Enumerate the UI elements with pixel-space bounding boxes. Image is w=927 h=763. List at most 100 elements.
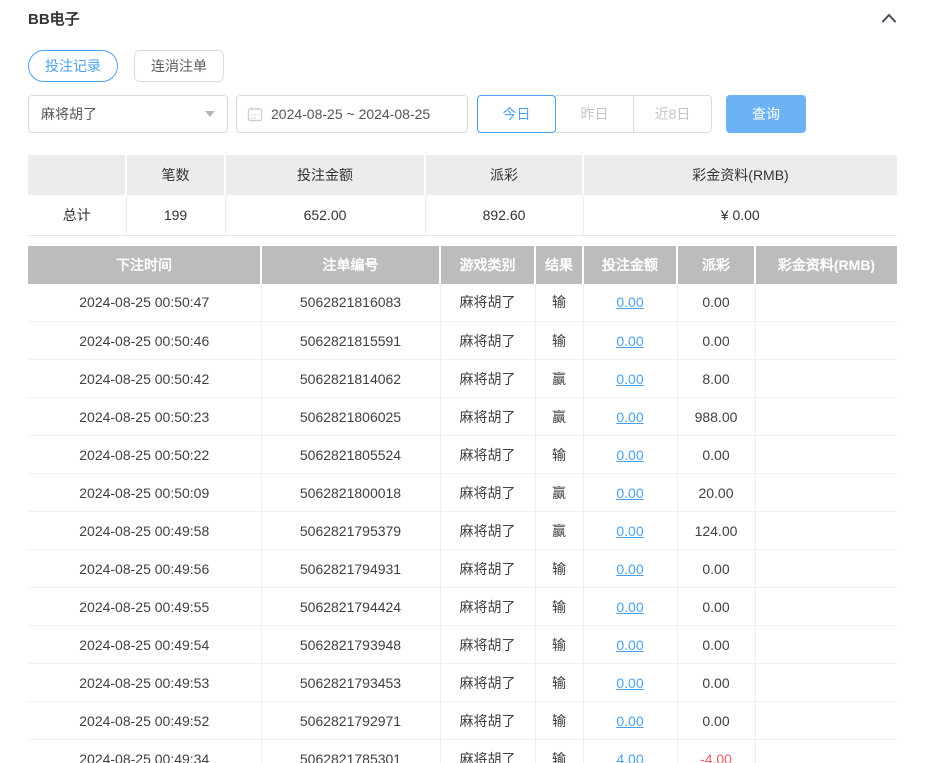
cell-result: 输 [535,550,583,588]
table-row: 2024-08-25 00:49:34 5062821785301 麻将胡了 输… [28,740,897,763]
table-row: 2024-08-25 00:50:42 5062821814062 麻将胡了 赢… [28,360,897,398]
cell-bonus [755,360,897,398]
header-bet-amount: 投注金额 [583,246,677,284]
table-row: 2024-08-25 00:50:23 5062821806025 麻将胡了 赢… [28,398,897,436]
cell-bet-time: 2024-08-25 00:50:22 [28,436,261,474]
header-order-id: 注单编号 [261,246,440,284]
cell-result: 输 [535,436,583,474]
cell-bet-time: 2024-08-25 00:50:42 [28,360,261,398]
cell-bet-amount: 0.00 [583,626,677,664]
cell-bet-amount: 0.00 [583,436,677,474]
cell-bet-time: 2024-08-25 00:49:34 [28,740,261,763]
game-select[interactable]: 麻将胡了 [28,95,228,133]
header-payout: 派彩 [677,246,755,284]
cell-bet-amount: 0.00 [583,322,677,360]
cell-order-id: 5062821815591 [261,322,440,360]
bet-amount-link[interactable]: 0.00 [616,523,643,539]
cell-result: 赢 [535,360,583,398]
bet-amount-link[interactable]: 0.00 [616,561,643,577]
cell-bet-amount: 0.00 [583,360,677,398]
cell-order-id: 5062821794424 [261,588,440,626]
cell-game-type: 麻将胡了 [440,626,535,664]
summary-total-label: 总计 [28,195,126,235]
tab-cancelled-orders[interactable]: 连消注单 [134,50,224,82]
quick-date-button-group: 今日 昨日 近8日 [477,95,712,133]
bet-amount-link[interactable]: 4.00 [616,751,643,763]
date-range-picker[interactable]: 2024-08-25 ~ 2024-08-25 [236,95,468,133]
bet-amount-link[interactable]: 0.00 [616,599,643,615]
filter-bar: 麻将胡了 2024-08-25 ~ 2024-08-25 今日 昨 [28,95,899,133]
betting-records-panel: BB电子 投注记录 连消注单 麻将胡了 [0,0,927,763]
cell-bet-amount: 0.00 [583,512,677,550]
cell-payout: 124.00 [677,512,755,550]
cell-payout: 0.00 [677,284,755,322]
bet-amount-link[interactable]: 0.00 [616,637,643,653]
cell-game-type: 麻将胡了 [440,284,535,322]
summary-header-bonus: 彩金资料(RMB) [583,155,897,195]
table-row: 2024-08-25 00:50:22 5062821805524 麻将胡了 输… [28,436,897,474]
bet-amount-link[interactable]: 0.00 [616,409,643,425]
cell-game-type: 麻将胡了 [440,588,535,626]
cell-payout: 0.00 [677,664,755,702]
cell-game-type: 麻将胡了 [440,740,535,763]
cell-order-id: 5062821793453 [261,664,440,702]
bet-amount-link[interactable]: 0.00 [616,485,643,501]
chevron-up-icon [881,12,897,24]
table-row: 2024-08-25 00:49:53 5062821793453 麻将胡了 输… [28,664,897,702]
bet-amount-link[interactable]: 0.00 [616,371,643,387]
bet-amount-link[interactable]: 0.00 [616,294,643,310]
search-button[interactable]: 查询 [726,95,806,133]
records-table: 下注时间 注单编号 游戏类别 结果 投注金额 派彩 彩金资料(RMB) 2024… [28,246,897,763]
table-row: 2024-08-25 00:50:09 5062821800018 麻将胡了 赢… [28,474,897,512]
cell-game-type: 麻将胡了 [440,702,535,740]
bet-amount-link[interactable]: 0.00 [616,333,643,349]
cell-payout: -4.00 [677,740,755,763]
cell-bet-time: 2024-08-25 00:49:54 [28,626,261,664]
cell-order-id: 5062821792971 [261,702,440,740]
cell-result: 赢 [535,398,583,436]
bet-amount-link[interactable]: 0.00 [616,713,643,729]
chevron-down-icon [205,111,215,117]
today-button[interactable]: 今日 [477,95,556,133]
cell-payout: 0.00 [677,626,755,664]
cell-order-id: 5062821805524 [261,436,440,474]
last-8-days-button[interactable]: 近8日 [633,95,712,133]
yesterday-button[interactable]: 昨日 [555,95,634,133]
cell-payout: 0.00 [677,322,755,360]
cell-result: 输 [535,702,583,740]
cell-payout: 0.00 [677,550,755,588]
tab-betting-records[interactable]: 投注记录 [28,50,118,82]
cell-bonus [755,664,897,702]
cell-bet-time: 2024-08-25 00:49:55 [28,588,261,626]
cell-result: 输 [535,664,583,702]
cell-bet-time: 2024-08-25 00:50:09 [28,474,261,512]
summary-total-bet-amount: 652.00 [225,195,425,235]
cell-game-type: 麻将胡了 [440,398,535,436]
cell-order-id: 5062821795379 [261,512,440,550]
cell-game-type: 麻将胡了 [440,512,535,550]
cell-order-id: 5062821816083 [261,284,440,322]
cell-bet-time: 2024-08-25 00:49:53 [28,664,261,702]
cell-bonus [755,322,897,360]
cell-payout: 0.00 [677,702,755,740]
cell-bonus [755,588,897,626]
bet-amount-link[interactable]: 0.00 [616,675,643,691]
cell-game-type: 麻将胡了 [440,474,535,512]
collapse-button[interactable] [879,8,899,28]
cell-game-type: 麻将胡了 [440,550,535,588]
cell-bet-amount: 0.00 [583,474,677,512]
cell-payout: 988.00 [677,398,755,436]
cell-bet-amount: 4.00 [583,740,677,763]
bet-amount-link[interactable]: 0.00 [616,447,643,463]
cell-order-id: 5062821793948 [261,626,440,664]
cell-game-type: 麻将胡了 [440,360,535,398]
cell-bonus [755,626,897,664]
cell-payout: 8.00 [677,360,755,398]
summary-header-bet-amount: 投注金额 [225,155,425,195]
summary-total-bonus: ¥ 0.00 [583,195,897,235]
header-result: 结果 [535,246,583,284]
cell-order-id: 5062821814062 [261,360,440,398]
cell-bonus [755,474,897,512]
cell-game-type: 麻将胡了 [440,322,535,360]
table-row: 2024-08-25 00:49:54 5062821793948 麻将胡了 输… [28,626,897,664]
